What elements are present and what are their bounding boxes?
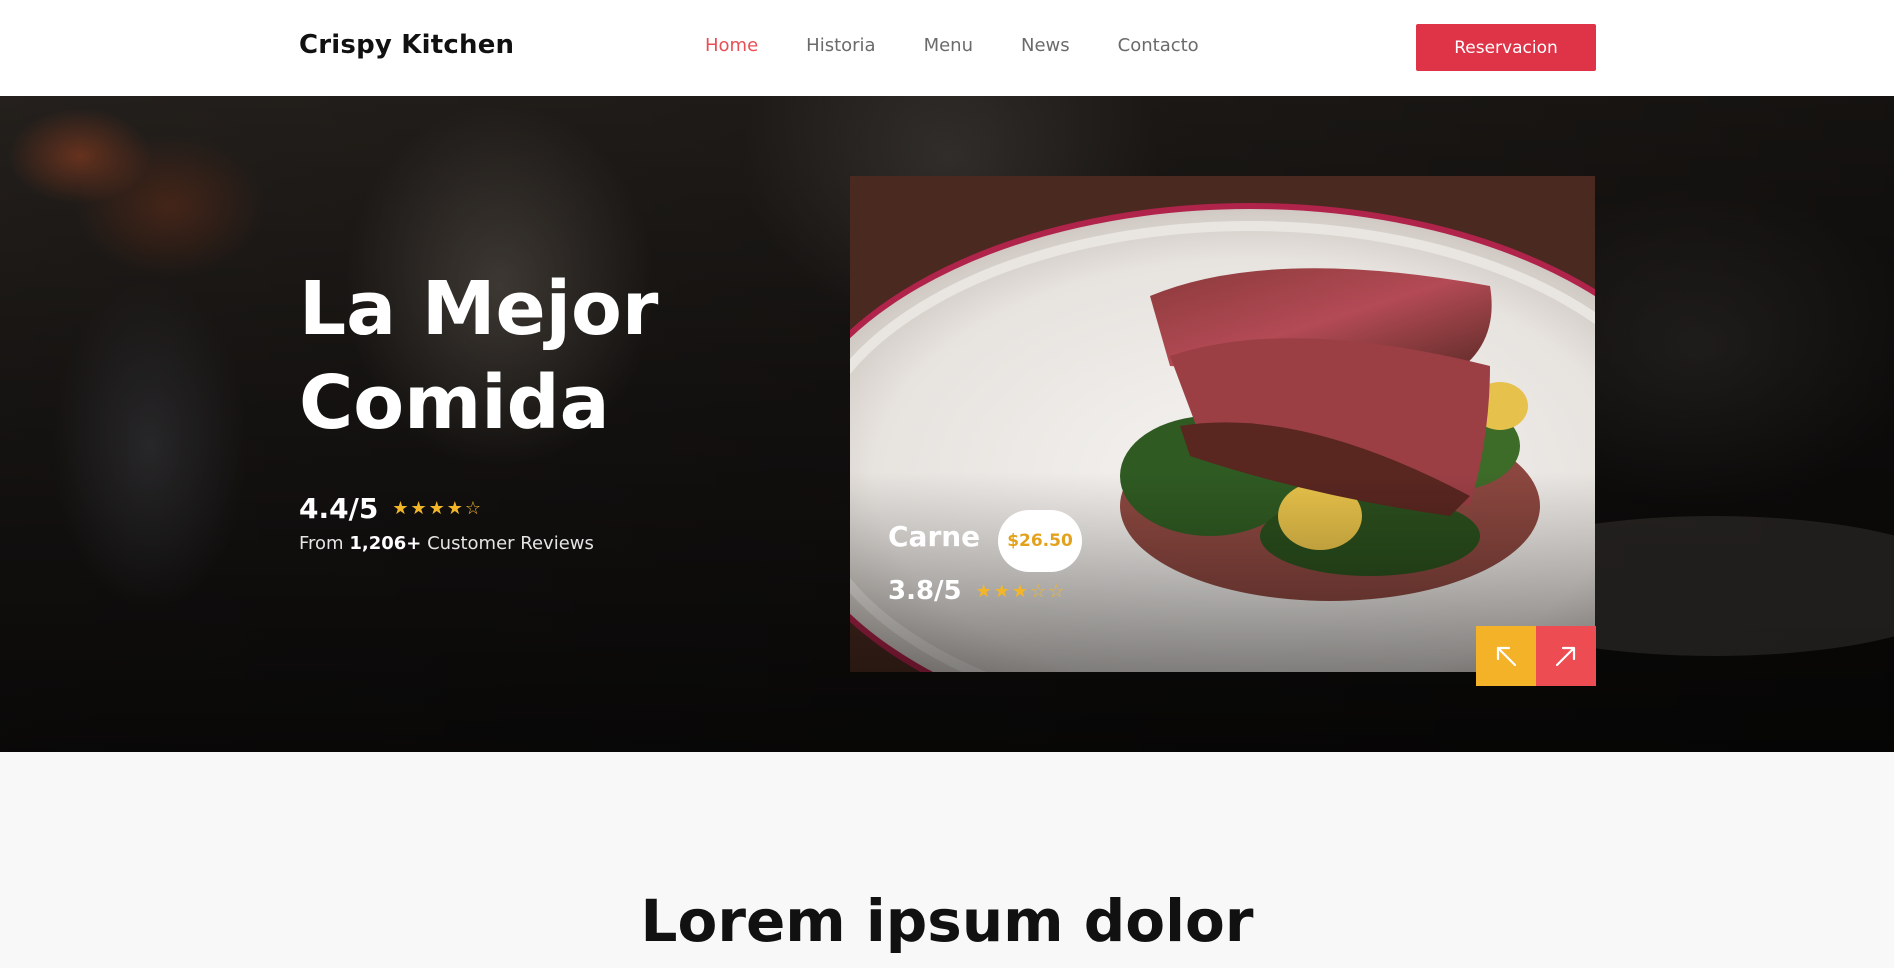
section-title: Lorem ipsum dolor [640, 887, 1254, 955]
about-section: Lorem ipsum dolor [0, 752, 1894, 968]
arrow-up-right-icon [1555, 646, 1576, 667]
hero-reviews-text: From 1,206+ Customer Reviews [299, 533, 594, 554]
nav-link-menu[interactable]: Menu [924, 35, 973, 56]
dish-rating-stars-icon: ★★★☆☆ [975, 580, 1067, 602]
reservation-button[interactable]: Reservacion [1416, 24, 1596, 71]
dish-name: Carne [888, 520, 981, 553]
featured-dish-card[interactable]: Carne $26.50 3.8/5 ★★★☆☆ [850, 176, 1595, 672]
dish-rating-value: 3.8/5 [888, 576, 962, 606]
nav-link-contacto[interactable]: Contacto [1118, 35, 1199, 56]
hero-headline-line1: La Mejor [299, 266, 659, 352]
slider-next-button[interactable] [1536, 626, 1596, 686]
nav-link-historia[interactable]: Historia [806, 35, 875, 56]
main-nav: Home Historia Menu News Contacto [705, 35, 1247, 56]
hero-rating: 4.4/5 ★★★★☆ [299, 492, 483, 525]
dish-price-badge: $26.50 [998, 510, 1082, 572]
arrow-up-left-icon [1496, 646, 1517, 667]
hero-headline-line2: Comida [299, 360, 610, 446]
brand-logo[interactable]: Crispy Kitchen [299, 30, 514, 60]
hero-headline: La Mejor Comida [299, 262, 658, 450]
nav-link-home[interactable]: Home [705, 35, 758, 56]
reviews-suffix: Customer Reviews [427, 533, 594, 554]
reviews-count: 1,206+ [349, 533, 422, 554]
hero-rating-stars-icon: ★★★★☆ [392, 498, 483, 519]
hero-rating-value: 4.4/5 [299, 492, 379, 525]
navbar: Crispy Kitchen Home Historia Menu News C… [0, 0, 1894, 96]
reviews-prefix: From [299, 533, 344, 554]
nav-link-news[interactable]: News [1021, 35, 1070, 56]
hero-section: La Mejor Comida 4.4/5 ★★★★☆ From 1,206+ … [0, 96, 1894, 752]
dish-rating: 3.8/5 ★★★☆☆ [888, 576, 1066, 606]
slider-prev-button[interactable] [1476, 626, 1536, 686]
